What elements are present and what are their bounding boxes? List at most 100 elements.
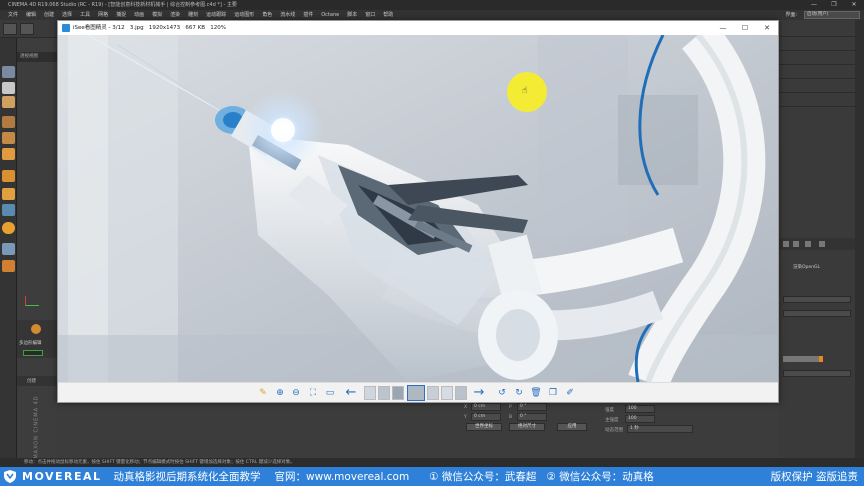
polygons-mode-icon[interactable] — [2, 148, 15, 160]
make-editable-icon[interactable] — [2, 66, 15, 78]
attr-back-icon[interactable] — [783, 241, 789, 247]
delete-icon[interactable]: 🗑 — [530, 387, 542, 399]
apply-button[interactable]: 应用 — [557, 423, 587, 431]
rp-slider-handle[interactable] — [819, 356, 823, 362]
menu-pipeline[interactable]: 流水线 — [276, 10, 299, 20]
viewer-close-button[interactable]: ✕ — [756, 21, 778, 35]
coord-x-field[interactable]: 0 cm — [471, 403, 501, 411]
coord-b-field[interactable]: 0 ° — [517, 413, 547, 421]
material-preview-icon[interactable] — [31, 324, 41, 334]
thumbnail-3[interactable] — [392, 386, 404, 400]
main-intensity-field[interactable]: 100 — [625, 415, 655, 423]
viewport-tab[interactable]: 透视视图 — [17, 52, 57, 62]
viewer-app-name: iSee看图精灵 — [73, 25, 107, 31]
copy-icon[interactable]: ❐ — [547, 387, 559, 399]
edges-mode-icon[interactable] — [2, 132, 15, 144]
coord-p-field[interactable]: 0 ° — [517, 403, 547, 411]
fullscreen-icon[interactable]: ▭ — [324, 387, 336, 399]
rp-field-2[interactable] — [783, 310, 851, 317]
coord-mode-dropdown[interactable]: 世界坐标 — [466, 423, 502, 431]
maxon-logo: MAXON CINEMA 4D — [17, 395, 57, 458]
thumbnail-6[interactable] — [441, 386, 453, 400]
rp-divider-3 — [779, 64, 855, 65]
material-slider[interactable] — [23, 350, 43, 356]
coord-y-field[interactable]: 0 cm — [471, 413, 501, 421]
dynamic-range-field[interactable]: 1 秒 — [627, 425, 693, 433]
menu-animate[interactable]: 动画 — [130, 10, 148, 20]
rp-slider-track[interactable] — [783, 356, 823, 362]
previous-image-icon[interactable]: ← — [345, 386, 357, 399]
tweak-mode-icon[interactable] — [2, 188, 15, 200]
rotate-right-icon[interactable]: ↻ — [513, 387, 525, 399]
viewer-app-icon — [62, 24, 70, 32]
menu-character[interactable]: 角色 — [258, 10, 276, 20]
zoom-in-icon[interactable]: ⊕ — [274, 387, 286, 399]
viewer-maximize-button[interactable]: ☐ — [734, 21, 756, 35]
undo-button[interactable] — [3, 23, 17, 35]
lock-workplane-icon[interactable] — [2, 222, 15, 234]
thumbnail-7[interactable] — [455, 386, 467, 400]
lower-tab-create[interactable]: 创建 — [27, 378, 36, 384]
menu-create[interactable]: 创建 — [40, 10, 58, 20]
coordinates-panel: X 0 cm P 0 ° Y 0 cm B 0 ° 世界坐标 绝对尺寸 应用 强… — [57, 403, 779, 458]
workplane-icon[interactable] — [2, 243, 15, 255]
points-mode-icon[interactable] — [2, 116, 15, 128]
thumbnail-5[interactable] — [427, 386, 439, 400]
menu-script[interactable]: 脚本 — [343, 10, 361, 20]
maxon-logo-text: MAXON CINEMA 4D — [33, 395, 40, 459]
menu-render[interactable]: 渲染 — [166, 10, 184, 20]
size-mode-dropdown[interactable]: 绝对尺寸 — [509, 423, 545, 431]
layout-dropdown[interactable]: 启动(用户) — [804, 11, 860, 19]
thumbnail-current[interactable] — [407, 385, 425, 401]
renderer-tab[interactable]: 渲染OpenGL — [793, 264, 820, 270]
intensity-field[interactable]: 100 — [625, 405, 655, 413]
fit-window-icon[interactable]: ⛶ — [307, 387, 319, 399]
menu-edit[interactable]: 编辑 — [22, 10, 40, 20]
brand-wechat-1: ① 微信公众号：武春超 — [429, 471, 537, 483]
snap-icon[interactable] — [2, 204, 15, 216]
c4d-status-bar: 移动：点击并拖动鼠标移动元素，按住 SHIFT 键量化移动；节点编辑模式时按住 … — [0, 458, 864, 467]
rotate-left-icon[interactable]: ↺ — [496, 387, 508, 399]
menu-octane[interactable]: Octane — [317, 10, 343, 20]
menu-help[interactable]: 帮助 — [379, 10, 397, 20]
attr-search-icon[interactable] — [805, 241, 811, 247]
viewer-minimize-button[interactable]: — — [712, 21, 734, 35]
menu-mograph[interactable]: 运动图形 — [230, 10, 258, 20]
model-mode-icon[interactable] — [2, 82, 15, 94]
c4d-maximize-button[interactable]: ❐ — [824, 0, 844, 10]
c4d-window-title: CINEMA 4D R19.068 Studio (RC - R19) - [智… — [8, 2, 237, 8]
menu-window[interactable]: 窗口 — [361, 10, 379, 20]
menu-plugins[interactable]: 插件 — [299, 10, 317, 20]
viewer-window-controls: — ☐ ✕ — [712, 21, 778, 35]
edit-icon[interactable]: ✐ — [564, 387, 576, 399]
zoom-out-icon[interactable]: ⊖ — [290, 387, 302, 399]
rp-field-3[interactable] — [783, 370, 851, 377]
c4d-close-button[interactable]: ✕ — [844, 0, 864, 10]
brush-icon[interactable]: ✎ — [257, 387, 269, 399]
thumbnail-1[interactable] — [364, 386, 376, 400]
thumbnail-2[interactable] — [378, 386, 390, 400]
menu-mesh[interactable]: 网格 — [94, 10, 112, 20]
attr-up-icon[interactable] — [793, 241, 799, 247]
viewer-filesize: 667 KB — [185, 25, 206, 31]
attr-lock-icon[interactable] — [819, 241, 825, 247]
menu-select[interactable]: 选择 — [58, 10, 76, 20]
main-intensity-label: 主强度 — [605, 418, 619, 423]
menu-snap[interactable]: 捕捉 — [112, 10, 130, 20]
brand-banner: MOVEREAL 动真格影视后期系统化全面教学 官网：www.movereal.… — [0, 467, 864, 486]
rp-field-1[interactable] — [783, 296, 851, 303]
enable-axis-icon[interactable] — [2, 170, 15, 182]
solo-icon[interactable] — [2, 260, 15, 272]
menu-sculpt[interactable]: 雕刻 — [184, 10, 202, 20]
c4d-minimize-button[interactable]: — — [804, 0, 824, 10]
menu-motion-tracker[interactable]: 运动跟踪 — [202, 10, 230, 20]
menu-file[interactable]: 文件 — [4, 10, 22, 20]
next-image-icon[interactable]: → — [473, 386, 485, 399]
menu-tools[interactable]: 工具 — [76, 10, 94, 20]
material-tab-label[interactable]: 多边形编辑 — [19, 340, 42, 346]
menu-simulate[interactable]: 模拟 — [148, 10, 166, 20]
redo-button[interactable] — [20, 23, 34, 35]
texture-mode-icon[interactable] — [2, 96, 15, 108]
dynamic-range-label: 动态范围 — [605, 428, 623, 433]
viewer-image-canvas[interactable]: ☝ — [58, 35, 778, 382]
